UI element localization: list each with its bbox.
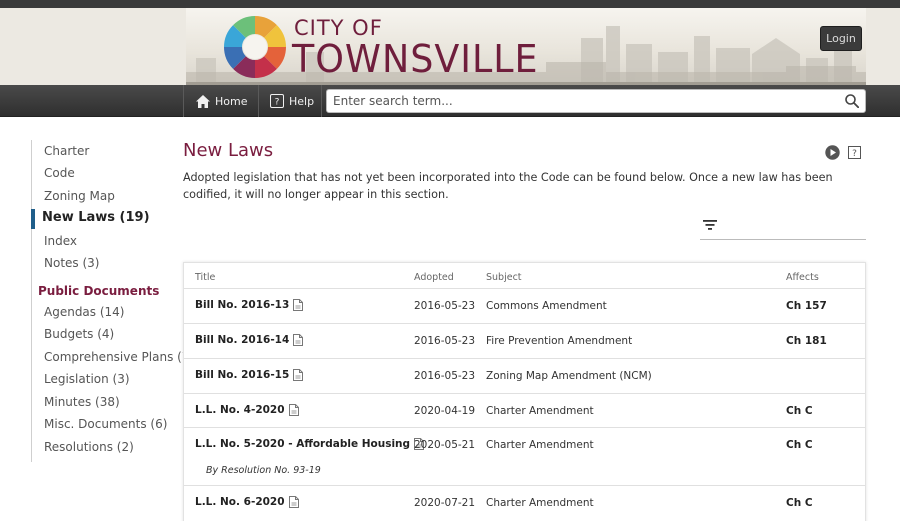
- table-row[interactable]: Bill No. 2016-15 2016-05-23 Zoning Map A…: [184, 358, 865, 393]
- search-icon[interactable]: [845, 94, 859, 108]
- new-laws-table: Title Adopted Subject Affects Bill No. 2…: [183, 262, 866, 521]
- row-subject: Commons Amendment: [486, 300, 607, 312]
- row-title[interactable]: L.L. No. 5-2020 - Affordable Housing: [195, 438, 425, 450]
- row-affects[interactable]: Ch C: [786, 497, 813, 509]
- nav-home-label: Home: [215, 94, 248, 108]
- nav-home-button[interactable]: Home: [183, 85, 259, 117]
- row-title-link[interactable]: Bill No. 2016-13: [195, 299, 289, 311]
- sidebar-item-notes[interactable]: Notes (3): [44, 256, 99, 270]
- column-header-subject[interactable]: Subject: [486, 272, 522, 283]
- svg-text:?: ?: [852, 149, 857, 159]
- help-icon: ?: [270, 94, 284, 108]
- intro-text: Adopted legislation that has not yet bee…: [183, 171, 833, 201]
- play-icon[interactable]: [825, 145, 840, 160]
- sidebar-item-index[interactable]: Index: [44, 234, 77, 248]
- city-logo-icon: [224, 16, 286, 78]
- sidebar-item-budgets[interactable]: Budgets (4): [44, 327, 114, 341]
- table-row[interactable]: Bill No. 2016-13 2016-05-23 Commons Amen…: [184, 288, 865, 323]
- row-title-link[interactable]: L.L. No. 4-2020: [195, 404, 285, 416]
- search-input[interactable]: [327, 90, 837, 112]
- column-header-affects[interactable]: Affects: [786, 272, 819, 283]
- filter-icon[interactable]: [702, 218, 718, 232]
- row-subject: Charter Amendment: [486, 405, 594, 417]
- row-title-link[interactable]: Bill No. 2016-14: [195, 334, 289, 346]
- row-title[interactable]: L.L. No. 6-2020: [195, 496, 299, 508]
- row-affects[interactable]: Ch 157: [786, 300, 827, 312]
- document-icon[interactable]: [293, 369, 304, 381]
- row-title[interactable]: Bill No. 2016-15: [195, 369, 304, 381]
- top-strip: [0, 0, 900, 8]
- row-subject: Zoning Map Amendment (NCM): [486, 370, 652, 382]
- sidebar-item-zoning-map[interactable]: Zoning Map: [44, 189, 115, 203]
- row-subject: Charter Amendment: [486, 497, 594, 509]
- row-adopted: 2020-04-19: [414, 405, 476, 417]
- nav-help-button[interactable]: ? Help: [260, 85, 322, 117]
- sidebar-item-minutes[interactable]: Minutes (38): [44, 395, 120, 409]
- site-banner: CITY OF TOWNSVILLE Login: [0, 8, 900, 85]
- sidebar-item-code[interactable]: Code: [44, 166, 75, 180]
- column-header-adopted[interactable]: Adopted: [414, 272, 454, 283]
- sidebar-nav: Charter Code Zoning Map New Laws (19) In…: [31, 140, 194, 462]
- nav-bar: Home ? Help: [0, 85, 900, 117]
- home-icon: [196, 94, 210, 108]
- row-adopted: 2016-05-23: [414, 300, 476, 312]
- sidebar-item-misc-documents[interactable]: Misc. Documents (6): [44, 417, 167, 431]
- row-affects[interactable]: Ch C: [786, 405, 813, 417]
- row-title[interactable]: Bill No. 2016-13: [195, 299, 304, 311]
- row-affects[interactable]: Ch 181: [786, 335, 827, 347]
- row-title[interactable]: Bill No. 2016-14: [195, 334, 304, 346]
- column-header-title[interactable]: Title: [195, 272, 215, 283]
- sidebar-active-indicator: [31, 209, 35, 229]
- logo-text-townsville: TOWNSVILLE: [292, 37, 539, 81]
- table-row[interactable]: L.L. No. 4-2020 2020-04-19 Charter Amend…: [184, 393, 865, 427]
- search-box: [326, 89, 866, 113]
- sidebar-item-legislation[interactable]: Legislation (3): [44, 372, 130, 386]
- sidebar-item-charter[interactable]: Charter: [44, 144, 89, 158]
- banner-artwork: CITY OF TOWNSVILLE: [186, 8, 866, 85]
- sidebar-item-new-laws[interactable]: New Laws (19): [42, 210, 150, 225]
- row-subject: Charter Amendment: [486, 439, 594, 451]
- row-adopted: 2020-05-21: [414, 439, 476, 451]
- row-adopted: 2016-05-23: [414, 335, 476, 347]
- row-title[interactable]: L.L. No. 4-2020: [195, 404, 299, 416]
- row-title-link[interactable]: Bill No. 2016-15: [195, 369, 289, 381]
- login-button[interactable]: Login: [820, 26, 862, 51]
- sidebar-item-agendas[interactable]: Agendas (14): [44, 305, 124, 319]
- row-subject: Fire Prevention Amendment: [486, 335, 633, 347]
- row-adopted: 2016-05-23: [414, 370, 476, 382]
- row-title-link[interactable]: L.L. No. 5-2020 - Affordable Housing: [195, 438, 410, 450]
- document-icon[interactable]: [288, 404, 299, 416]
- sidebar-item-comprehensive-plans[interactable]: Comprehensive Plans (7): [44, 350, 194, 364]
- svg-text:?: ?: [275, 98, 280, 108]
- row-title-link[interactable]: L.L. No. 6-2020: [195, 496, 285, 508]
- page-help-icon[interactable]: ?: [848, 146, 861, 159]
- row-affects[interactable]: Ch C: [786, 439, 813, 451]
- table-row[interactable]: L.L. No. 5-2020 - Affordable Housing 202…: [184, 427, 865, 485]
- filter-field[interactable]: [700, 214, 866, 240]
- row-note: By Resolution No. 93-19: [206, 465, 321, 476]
- document-icon[interactable]: [293, 299, 304, 311]
- sidebar-heading-public-documents: Public Documents: [38, 284, 160, 298]
- sidebar-item-resolutions[interactable]: Resolutions (2): [44, 440, 134, 454]
- table-row[interactable]: L.L. No. 6-2020 2020-07-21 Charter Amend…: [184, 485, 865, 520]
- document-icon[interactable]: [293, 334, 304, 346]
- document-icon[interactable]: [288, 496, 299, 508]
- table-row[interactable]: Bill No. 2016-14 2016-05-23 Fire Prevent…: [184, 323, 865, 358]
- row-adopted: 2020-07-21: [414, 497, 476, 509]
- page-title: New Laws: [183, 140, 274, 161]
- nav-help-label: Help: [289, 94, 315, 108]
